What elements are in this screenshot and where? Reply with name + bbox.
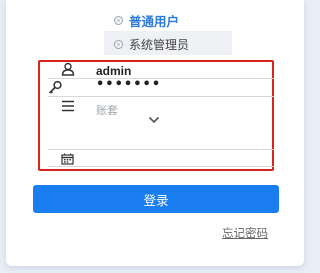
account-underline: [48, 149, 274, 150]
password-underline: [48, 96, 274, 97]
list-icon: [62, 100, 74, 112]
chevron-down-icon[interactable]: [148, 116, 160, 124]
radio-circle[interactable]: [114, 40, 123, 49]
user-icon: [61, 62, 75, 76]
role-user-radio[interactable]: 普通用户: [114, 11, 179, 30]
role-admin-label: 系统管理员: [129, 38, 190, 52]
role-user-label: 普通用户: [129, 14, 180, 29]
username-underline: [48, 78, 274, 79]
date-underline: [48, 166, 274, 167]
radio-circle[interactable]: [114, 16, 123, 25]
calendar-icon: [61, 153, 74, 165]
forgot-password-link[interactable]: 忘记密码: [222, 225, 268, 241]
role-admin-option-bg: 系统管理员: [104, 31, 232, 55]
date-field[interactable]: [96, 152, 266, 164]
password-field[interactable]: •••••••: [96, 78, 161, 91]
role-admin-radio[interactable]: 系统管理员: [114, 36, 189, 53]
username-field[interactable]: admin: [96, 64, 131, 78]
key-icon: [48, 80, 62, 94]
login-button[interactable]: 登录: [33, 185, 279, 213]
account-select[interactable]: 账套: [96, 102, 118, 118]
